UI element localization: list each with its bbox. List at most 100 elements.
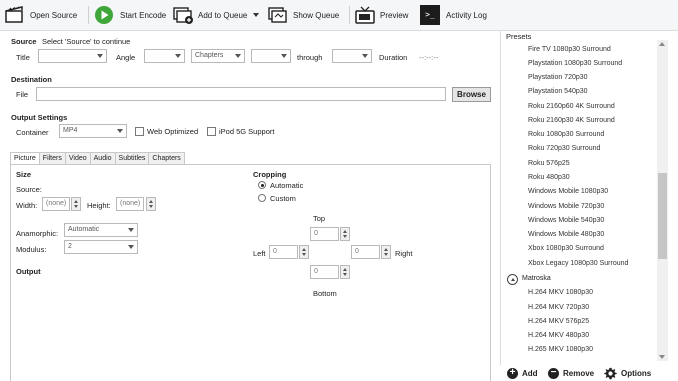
destination-heading: Destination: [11, 75, 52, 84]
chevron-down-icon[interactable]: [253, 13, 260, 17]
crop-top-stepper[interactable]: [340, 227, 350, 241]
angle-dropdown[interactable]: [144, 49, 185, 63]
chevron-up-icon: [510, 277, 515, 281]
add-preset-label: Add: [522, 369, 538, 378]
open-source-button[interactable]: Open Source: [4, 4, 77, 26]
toolbar-separator: [88, 6, 89, 24]
remove-preset-label: Remove: [563, 369, 595, 378]
web-optimized-checkbox[interactable]: [135, 127, 144, 136]
range-end-dropdown[interactable]: [332, 49, 372, 63]
preset-options-button[interactable]: Options: [604, 367, 651, 380]
preset-item[interactable]: Roku 480p30: [528, 174, 570, 181]
remove-preset-button[interactable]: − Remove: [548, 368, 594, 379]
preset-item[interactable]: Playstation 540p30: [528, 88, 588, 95]
preset-item[interactable]: H.264 MKV 480p30: [528, 332, 589, 339]
preset-item[interactable]: Roku 2160p30 4K Surround: [528, 117, 615, 124]
picture-tab-panel: [10, 164, 491, 381]
chevron-down-icon: [97, 54, 103, 58]
terminal-icon: >_: [420, 5, 440, 25]
crop-right-label: Right: [395, 249, 413, 258]
crop-left-stepper[interactable]: [299, 245, 309, 259]
crop-automatic-radio[interactable]: [258, 181, 266, 189]
preset-item[interactable]: H.264 MKV 720p30: [528, 304, 589, 311]
crop-bottom-stepper[interactable]: [340, 265, 350, 279]
tab-subtitles[interactable]: Subtitles: [114, 152, 150, 164]
crop-bottom-label: Bottom: [313, 289, 337, 298]
add-to-queue-button[interactable]: Add to Queue: [172, 4, 260, 26]
preset-item[interactable]: Xbox Legacy 1080p30 Surround: [528, 260, 628, 267]
size-heading: Size: [16, 170, 32, 179]
tab-chapters[interactable]: Chapters: [148, 152, 185, 164]
angle-label: Angle: [116, 53, 136, 62]
preset-item[interactable]: Windows Mobile 720p30: [528, 203, 604, 210]
chevron-down-icon: [175, 54, 181, 58]
preset-item[interactable]: Roku 1080p30 Surround: [528, 131, 604, 138]
container-dropdown[interactable]: MP4: [59, 124, 127, 138]
tab-filters[interactable]: Filters: [38, 152, 66, 164]
show-queue-label: Show Queue: [293, 10, 340, 20]
crop-top-input[interactable]: 0: [310, 227, 339, 241]
range-mode-value: Chapters: [195, 52, 224, 59]
preset-item[interactable]: Playstation 720p30: [528, 74, 588, 81]
tab-video[interactable]: Video: [64, 152, 91, 164]
chevron-down-icon: [128, 245, 134, 249]
height-input[interactable]: (none): [116, 197, 144, 211]
collapse-group-button[interactable]: [507, 274, 518, 285]
modulus-label: Modulus:: [16, 245, 47, 254]
source-size-label: Source:: [16, 185, 42, 194]
crop-left-label: Left: [253, 249, 266, 258]
title-dropdown[interactable]: [38, 49, 107, 63]
web-optimized-label: Web Optimized: [147, 127, 199, 136]
preset-item[interactable]: Playstation 1080p30 Surround: [528, 60, 622, 67]
crop-bottom-input[interactable]: 0: [310, 265, 339, 279]
modulus-dropdown[interactable]: 2: [64, 240, 138, 254]
width-stepper[interactable]: [71, 197, 81, 211]
preview-button[interactable]: Preview: [354, 4, 408, 26]
options-label: Options: [621, 369, 652, 378]
presets-panel: Presets Fire TV 1080p30 Surround Playsta…: [500, 31, 678, 381]
anamorphic-value: Automatic: [68, 226, 100, 233]
preset-item[interactable]: H.264 MKV 576p25: [528, 318, 589, 325]
width-input[interactable]: (none): [42, 197, 70, 211]
preset-item[interactable]: Xbox 1080p30 Surround: [528, 245, 604, 252]
crop-right-stepper[interactable]: [381, 245, 391, 259]
chevron-down-icon: [235, 54, 241, 58]
range-start-dropdown[interactable]: [251, 49, 291, 63]
crop-left-input[interactable]: 0: [269, 245, 298, 259]
scroll-thumb[interactable]: [658, 173, 667, 259]
tv-icon: [354, 5, 375, 25]
preset-item[interactable]: Fire TV 1080p30 Surround: [528, 46, 611, 53]
preset-item[interactable]: H.265 MKV 1080p30: [528, 346, 593, 353]
browse-button[interactable]: Browse: [452, 87, 491, 102]
presets-actions: + Add − Remove Options: [500, 365, 678, 381]
preset-item[interactable]: Windows Mobile 1080p30: [528, 188, 608, 195]
scroll-down-icon[interactable]: [659, 355, 665, 359]
start-encode-button[interactable]: Start Encode: [94, 4, 166, 26]
preset-item[interactable]: H.264 MKV 1080p30: [528, 289, 593, 296]
crop-custom-radio[interactable]: [258, 194, 266, 202]
chevron-down-icon: [281, 54, 287, 58]
container-value: MP4: [63, 127, 78, 134]
scroll-up-icon[interactable]: [659, 42, 665, 46]
anamorphic-dropdown[interactable]: Automatic: [64, 223, 138, 237]
width-label: Width:: [16, 201, 38, 210]
add-to-queue-label: Add to Queue: [198, 10, 248, 20]
film-clapper-icon: [4, 5, 24, 25]
add-preset-button[interactable]: + Add: [507, 368, 538, 379]
preset-item[interactable]: Windows Mobile 480p30: [528, 231, 604, 238]
preset-item[interactable]: Roku 576p25: [528, 160, 570, 167]
tab-audio[interactable]: Audio: [89, 152, 116, 164]
range-mode-dropdown[interactable]: Chapters: [191, 49, 245, 63]
preset-item[interactable]: Windows Mobile 540p30: [528, 217, 604, 224]
presets-scrollbar[interactable]: [657, 40, 668, 361]
preset-item[interactable]: Roku 720p30 Surround: [528, 145, 600, 152]
crop-right-input[interactable]: 0: [351, 245, 380, 259]
file-path-input[interactable]: [36, 87, 446, 101]
preset-group-matroska[interactable]: Matroska: [522, 275, 551, 282]
show-queue-button[interactable]: Show Queue: [267, 4, 339, 26]
height-stepper[interactable]: [146, 197, 156, 211]
activity-log-button[interactable]: >_ Activity Log: [420, 4, 487, 26]
ipod-support-checkbox[interactable]: [207, 127, 216, 136]
start-encode-label: Start Encode: [120, 10, 167, 20]
preset-item[interactable]: Roku 2160p60 4K Surround: [528, 103, 615, 110]
